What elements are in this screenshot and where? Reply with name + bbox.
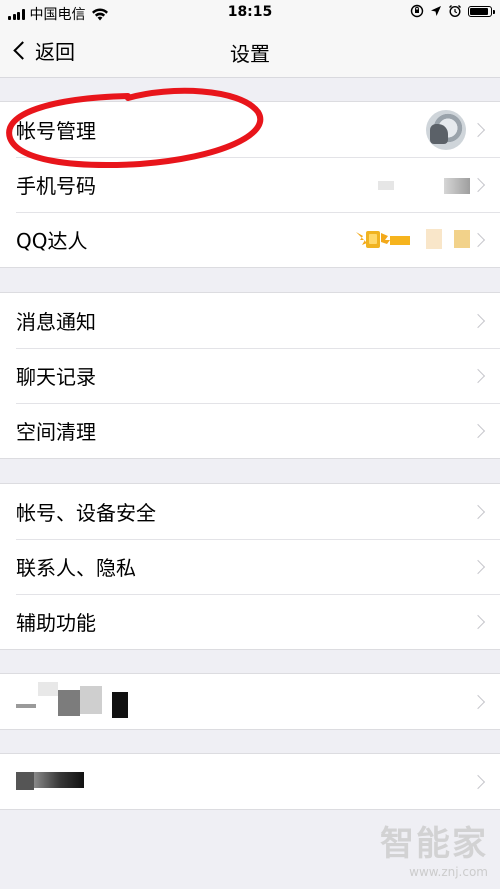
orientation-lock-icon [410, 4, 424, 18]
settings-group-redacted-1 [0, 673, 500, 730]
settings-group-messages: 消息通知 聊天记录 空间清理 [0, 292, 500, 459]
chevron-right-icon [470, 774, 486, 789]
status-bar: 中国电信 18:15 [0, 0, 500, 26]
redacted-badge [454, 230, 470, 248]
row-storage-cleanup[interactable]: 空间清理 [0, 403, 500, 458]
chevron-right-icon [470, 559, 486, 574]
alarm-icon [449, 5, 461, 18]
row-label: 辅助功能 [16, 611, 96, 635]
row-redacted[interactable] [0, 674, 500, 729]
chevron-right-icon [470, 177, 486, 192]
avatar [426, 110, 466, 150]
watermark-text: 智能家 [380, 824, 488, 864]
row-redacted[interactable] [0, 754, 500, 809]
row-qq-expert[interactable]: QQ达人 [0, 212, 500, 267]
status-right [410, 4, 495, 18]
chevron-right-icon [470, 313, 486, 328]
chevron-right-icon [470, 423, 486, 438]
row-label: 联系人、隐私 [16, 556, 136, 580]
redacted-label [16, 704, 36, 708]
row-contacts-privacy[interactable]: 联系人、隐私 [0, 539, 500, 594]
chevron-right-icon [470, 694, 486, 709]
settings-group-security: 帐号、设备安全 联系人、隐私 辅助功能 [0, 483, 500, 650]
row-phone-number[interactable]: 手机号码 [0, 157, 500, 212]
watermark: 智能家 www.znj.com [380, 816, 488, 879]
redacted-label [34, 772, 84, 788]
battery-icon [468, 5, 495, 17]
row-label: QQ达人 [16, 229, 88, 253]
redacted-value [378, 181, 394, 190]
row-account-management[interactable]: 帐号管理 [0, 102, 500, 157]
chevron-right-icon [470, 232, 486, 247]
chevron-right-icon [470, 614, 486, 629]
chevron-right-icon [470, 504, 486, 519]
row-label: 帐号管理 [16, 119, 96, 143]
row-notifications[interactable]: 消息通知 [0, 293, 500, 348]
row-label: 空间清理 [16, 420, 96, 444]
settings-group-redacted-2 [0, 753, 500, 810]
navigation-bar: 返回 设置 [0, 26, 500, 78]
chevron-right-icon [470, 122, 486, 137]
redacted-label [38, 682, 58, 696]
row-account-device-security[interactable]: 帐号、设备安全 [0, 484, 500, 539]
page-title: 设置 [230, 42, 270, 66]
row-accessibility[interactable]: 辅助功能 [0, 594, 500, 649]
redacted-label [112, 692, 128, 718]
battery-fill [470, 7, 488, 15]
row-label: 聊天记录 [16, 365, 96, 389]
row-label: 手机号码 [16, 174, 96, 198]
redacted-value [444, 178, 470, 194]
row-chat-history[interactable]: 聊天记录 [0, 348, 500, 403]
redacted-badge [426, 229, 442, 249]
qq-expert-badge-icon [356, 231, 410, 248]
redacted-label [16, 772, 34, 790]
redacted-label [80, 686, 102, 714]
chevron-right-icon [470, 368, 486, 383]
location-icon [431, 6, 441, 16]
watermark-url: www.znj.com [409, 865, 488, 879]
settings-group-account: 帐号管理 手机号码 QQ达人 [0, 101, 500, 268]
row-label: 消息通知 [16, 310, 96, 334]
row-label: 帐号、设备安全 [16, 501, 156, 525]
redacted-label [58, 690, 80, 716]
